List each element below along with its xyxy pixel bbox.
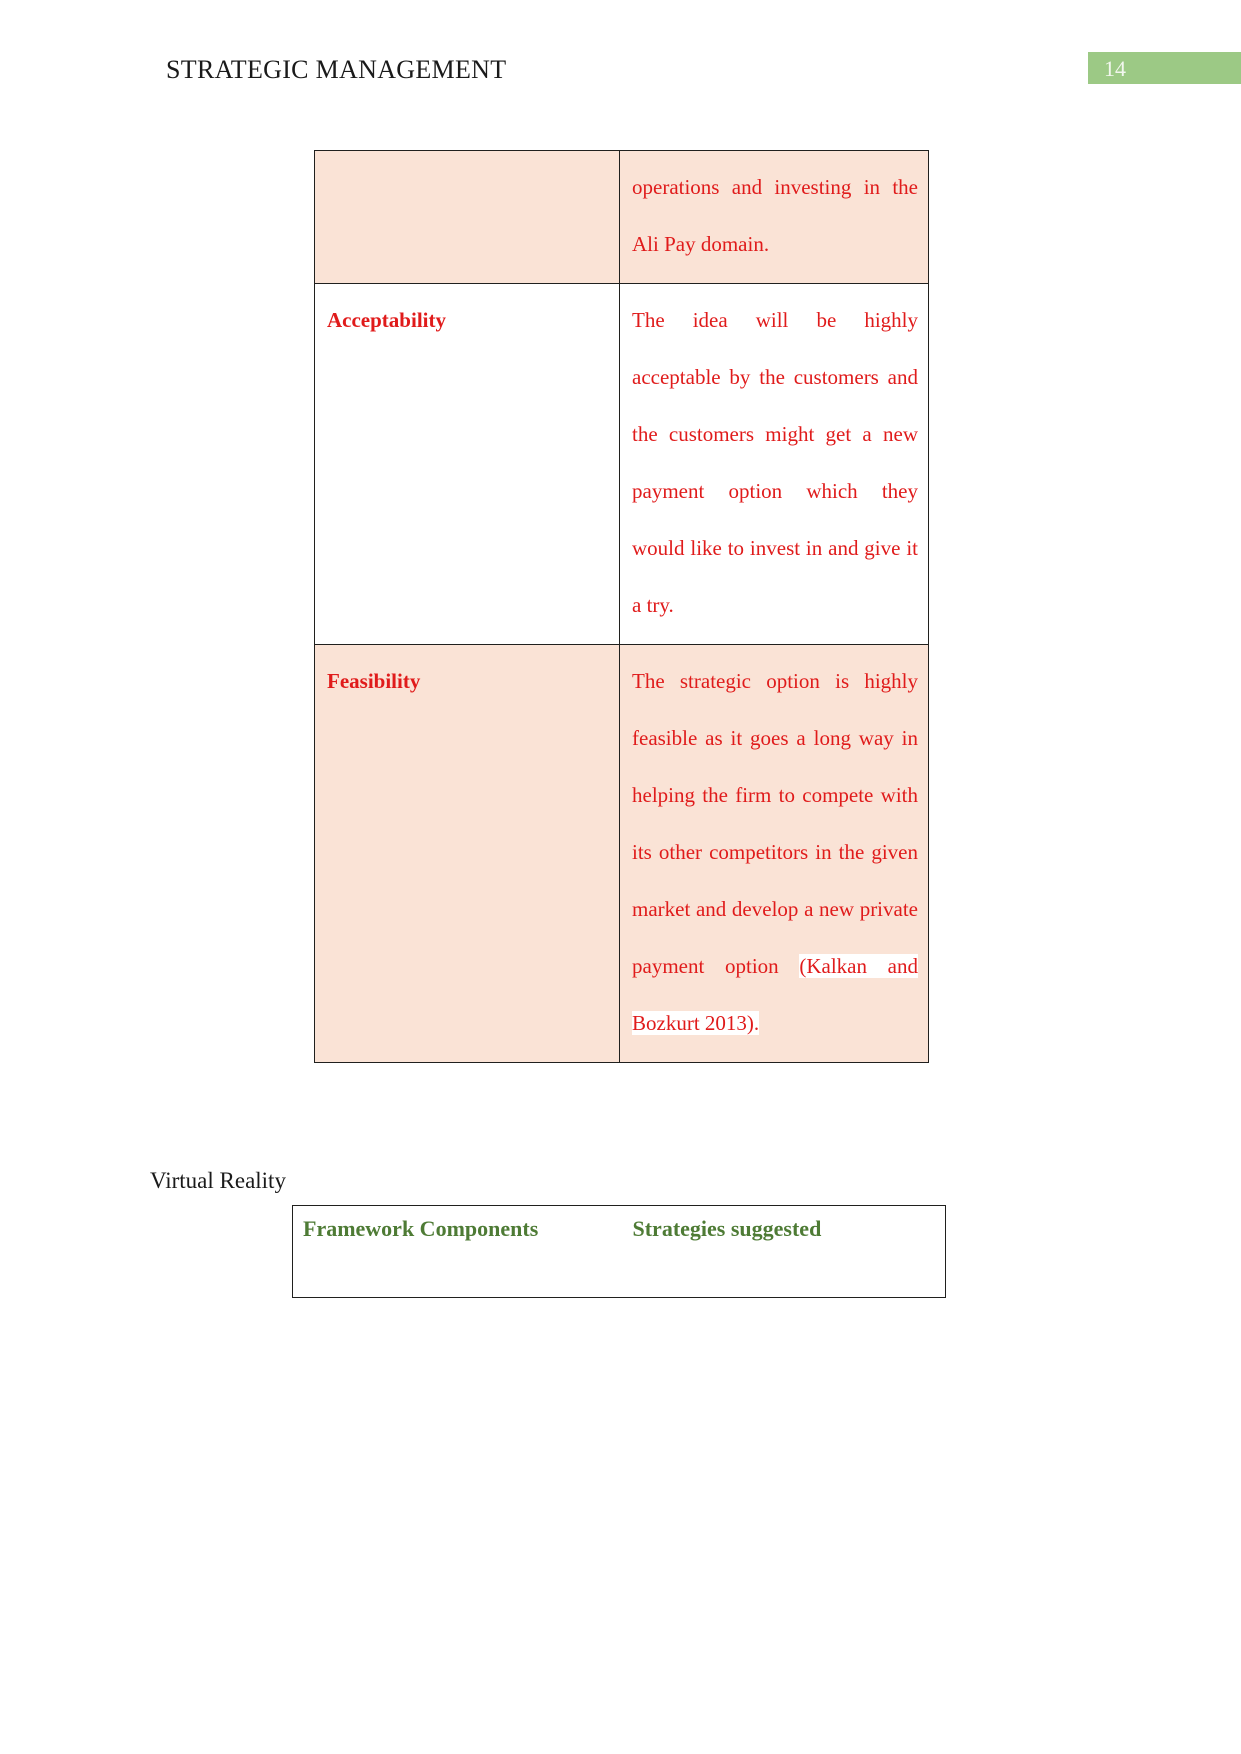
criterion-label: Feasibility xyxy=(327,669,421,693)
criterion-text-cell: The idea will be highly acceptable by th… xyxy=(619,283,929,645)
strategies-suggested-header: Strategies suggested xyxy=(632,1216,822,1241)
criterion-text: The idea will be highly acceptable by th… xyxy=(632,308,918,617)
saf-criteria-table: operations and investing in the Ali Pay … xyxy=(314,150,929,1063)
virtual-reality-heading: Virtual Reality xyxy=(150,1168,286,1193)
framework-components-cell: Framework Components xyxy=(292,1205,623,1298)
criterion-label-cell: Feasibility xyxy=(314,644,620,1063)
strategies-suggested-cell: Strategies suggested xyxy=(622,1205,946,1298)
table-row: Acceptability The idea will be highly ac… xyxy=(314,283,929,645)
criterion-text: The strategic option is highly feasible … xyxy=(632,669,918,978)
criterion-label-cell: Acceptability xyxy=(314,283,620,645)
page-number-label: 14 xyxy=(1104,56,1126,81)
table-row: operations and investing in the Ali Pay … xyxy=(314,150,929,284)
criterion-label: Acceptability xyxy=(327,308,446,332)
table-row: Framework Components Strategies suggeste… xyxy=(292,1205,946,1298)
criterion-label-cell xyxy=(314,150,620,284)
table-row: Feasibility The strategic option is high… xyxy=(314,644,929,1063)
framework-components-header: Framework Components xyxy=(303,1216,539,1241)
page-header: STRATEGIC MANAGEMENT 14 xyxy=(0,0,1241,110)
page-number-badge: 14 xyxy=(1088,52,1241,84)
document-title: STRATEGIC MANAGEMENT xyxy=(166,55,507,84)
criterion-text-cell: operations and investing in the Ali Pay … xyxy=(619,150,929,284)
virtual-reality-table: Framework Components Strategies suggeste… xyxy=(292,1205,946,1298)
criterion-text: operations and investing in the Ali Pay … xyxy=(632,175,918,256)
criterion-text-cell: The strategic option is highly feasible … xyxy=(619,644,929,1063)
